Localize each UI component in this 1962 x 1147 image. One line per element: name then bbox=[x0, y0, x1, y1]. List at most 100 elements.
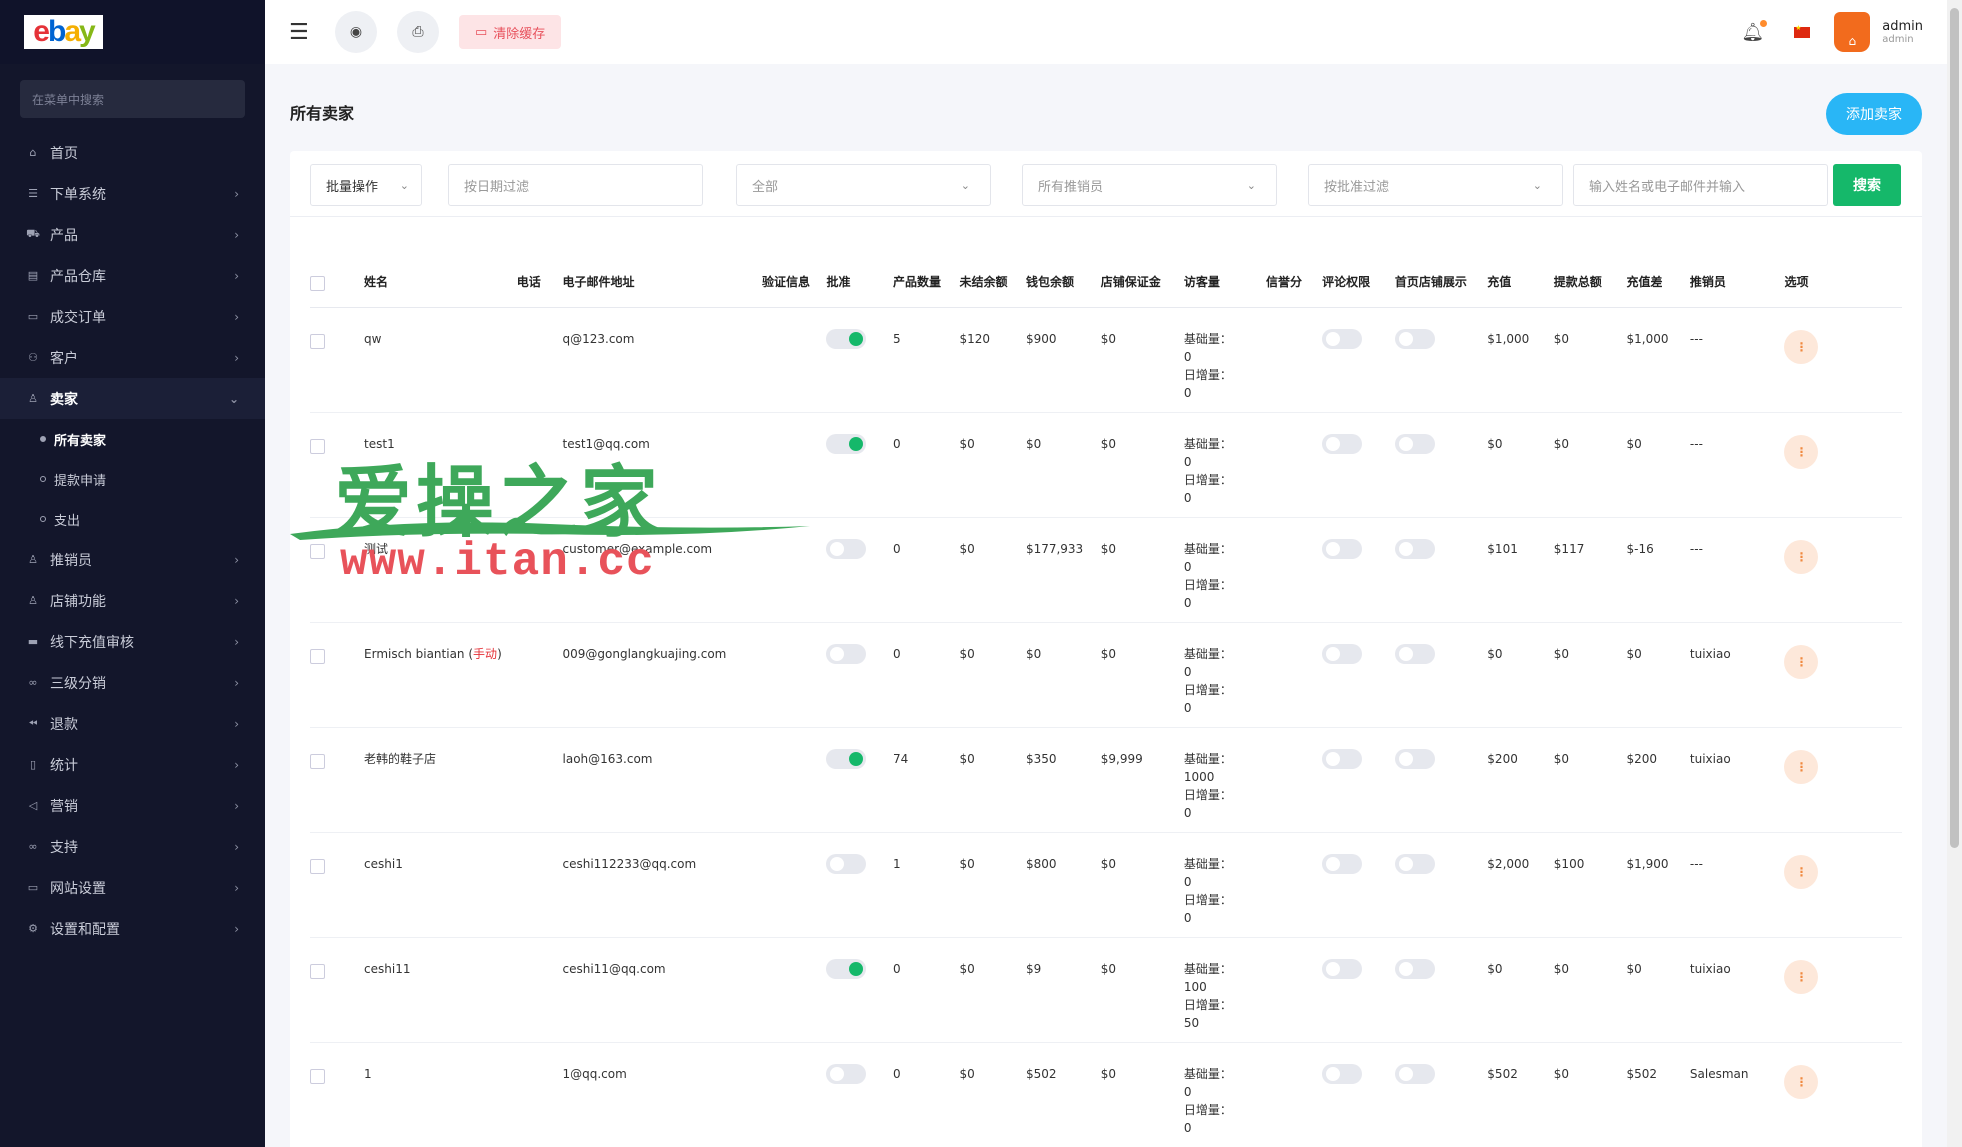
sidebar-item-16[interactable]: ⚙ 设置和配置 › bbox=[0, 908, 265, 949]
homepage-display-toggle[interactable] bbox=[1394, 748, 1435, 769]
visitor-cell: 基础量： 0 日增量： 0 bbox=[1183, 517, 1266, 623]
select-all-checkbox[interactable] bbox=[310, 275, 325, 291]
scrollbar-thumb[interactable] bbox=[1950, 8, 1959, 848]
date-filter-input[interactable]: 按日期过滤 bbox=[448, 164, 703, 206]
comment-permission-toggle[interactable] bbox=[1322, 433, 1363, 454]
row-checkbox[interactable] bbox=[310, 648, 325, 664]
approve-toggle[interactable] bbox=[826, 643, 867, 664]
approve-toggle[interactable] bbox=[826, 433, 867, 454]
search-button[interactable]: 搜索 bbox=[1833, 164, 1901, 206]
more-options-button[interactable]: ⋮ bbox=[1784, 539, 1819, 574]
sidebar-item-3[interactable]: ▤ 产品仓库 › bbox=[0, 255, 265, 296]
product-count-cell: 0 bbox=[892, 622, 960, 728]
homepage-display-toggle[interactable] bbox=[1394, 1063, 1435, 1084]
approval-filter-select[interactable]: 按批准过滤 ⌄ bbox=[1308, 164, 1563, 206]
table-row[interactable]: ceshi11 ceshi11@qq.com 0 $0 $9 $0 基础量： 100 日增量： 5… bbox=[310, 937, 1902, 1043]
table-row[interactable]: 老韩的鞋子店 laoh@163.com 74 $0 $350 $9,999 基础量： 1000… bbox=[310, 727, 1902, 833]
visitor-base-value: 0 bbox=[1183, 559, 1192, 574]
china-flag-icon[interactable] bbox=[1794, 24, 1811, 38]
sidebar-item-11[interactable]: ⏪︎ 退款 › bbox=[0, 703, 265, 744]
toggle-knob bbox=[1326, 331, 1341, 346]
sidebar-item-12[interactable]: ▯ 统计 › bbox=[0, 744, 265, 785]
avatar[interactable]: ⌂ bbox=[1834, 12, 1871, 52]
comment-permission-toggle[interactable] bbox=[1322, 643, 1363, 664]
toggle-knob bbox=[830, 1066, 845, 1081]
clear-cache-button[interactable]: ▭ 清除缓存 bbox=[459, 15, 562, 49]
search-input[interactable]: 输入姓名或电子邮件并输入 bbox=[1573, 164, 1828, 206]
comment-permission-toggle[interactable] bbox=[1322, 538, 1363, 559]
sidebar-item-8[interactable]: ♙ 店铺功能 › bbox=[0, 580, 265, 621]
sidebar-item-0[interactable]: ⌂ 首页 bbox=[0, 132, 265, 173]
row-checkbox[interactable] bbox=[310, 963, 325, 979]
submenu-item-1[interactable]: 提款申请 bbox=[0, 459, 265, 499]
toggle-knob bbox=[849, 331, 864, 346]
print-button[interactable]: ⎙ bbox=[397, 11, 439, 53]
cart-icon: ⛟ bbox=[26, 227, 40, 240]
sidebar-item-10[interactable]: ∞ 三级分销 › bbox=[0, 662, 265, 703]
homepage-display-toggle[interactable] bbox=[1394, 958, 1435, 979]
row-checkbox[interactable] bbox=[310, 1068, 325, 1084]
more-options-button[interactable]: ⋮ bbox=[1784, 749, 1819, 784]
ebay-logo[interactable]: ebay bbox=[24, 15, 103, 49]
ticket-icon: ▭ bbox=[27, 310, 39, 323]
hamburger-menu-icon[interactable]: ☰ bbox=[289, 20, 315, 45]
sidebar-item-9[interactable]: ▬ 线下充值审核 › bbox=[0, 621, 265, 662]
homepage-display-toggle[interactable] bbox=[1394, 853, 1435, 874]
credit-score-cell bbox=[1265, 307, 1323, 413]
withdraw-total-cell: $0 bbox=[1553, 412, 1627, 518]
column-header: 选项 bbox=[1784, 247, 1902, 308]
submenu-item-0[interactable]: 所有卖家 bbox=[0, 419, 265, 459]
promoter-filter-select[interactable]: 所有推销员 ⌄ bbox=[1022, 164, 1277, 206]
row-checkbox[interactable] bbox=[310, 753, 325, 769]
add-seller-button[interactable]: 添加卖家 bbox=[1826, 93, 1922, 135]
row-checkbox[interactable] bbox=[310, 333, 325, 349]
page-scrollbar[interactable] bbox=[1947, 0, 1962, 1147]
visitor-base-value: 0 bbox=[1183, 349, 1192, 364]
homepage-display-toggle[interactable] bbox=[1394, 328, 1435, 349]
notification-bell-icon[interactable]: 🔔︎ bbox=[1741, 19, 1768, 43]
comment-permission-toggle[interactable] bbox=[1322, 1063, 1363, 1084]
approve-toggle[interactable] bbox=[826, 958, 867, 979]
sidebar-item-13[interactable]: ◁ 营销 › bbox=[0, 785, 265, 826]
comment-permission-toggle[interactable] bbox=[1322, 853, 1363, 874]
sidebar-item-14[interactable]: ∞ 支持 › bbox=[0, 826, 265, 867]
sidebar-item-6[interactable]: ♙ 卖家 ⌄ bbox=[0, 378, 265, 419]
more-options-button[interactable]: ⋮ bbox=[1784, 434, 1819, 469]
submenu-item-2[interactable]: 支出 bbox=[0, 499, 265, 539]
sidebar-item-7[interactable]: ♙ 推销员 › bbox=[0, 539, 265, 580]
sidebar-item-15[interactable]: ▭ 网站设置 › bbox=[0, 867, 265, 908]
comment-permission-toggle[interactable] bbox=[1322, 748, 1363, 769]
comment-permission-toggle[interactable] bbox=[1322, 328, 1363, 349]
more-options-button[interactable]: ⋮ bbox=[1784, 1064, 1819, 1099]
recharge-cell: $1,000 bbox=[1487, 307, 1554, 413]
bulk-action-dropdown[interactable]: 批量操作 ⌄ bbox=[310, 164, 422, 206]
approve-toggle[interactable] bbox=[826, 328, 867, 349]
more-options-button[interactable]: ⋮ bbox=[1784, 644, 1819, 679]
approve-toggle[interactable] bbox=[826, 853, 867, 874]
user-info[interactable]: admin admin bbox=[1882, 19, 1923, 45]
wallet-balance-cell: $502 bbox=[1025, 1042, 1101, 1147]
approve-toggle[interactable] bbox=[826, 748, 867, 769]
homepage-display-toggle[interactable] bbox=[1394, 643, 1435, 664]
table-row[interactable]: 1 1@qq.com 0 $0 $502 $0 基础量： 0 日增量： 0 $502 $0 $502 Sa… bbox=[310, 1042, 1902, 1147]
row-checkbox[interactable] bbox=[310, 858, 325, 874]
more-options-button[interactable]: ⋮ bbox=[1784, 329, 1819, 364]
globe-button[interactable]: ◉ bbox=[335, 11, 377, 53]
sidebar-item-4[interactable]: ▭ 成交订单 › bbox=[0, 296, 265, 337]
approve-toggle[interactable] bbox=[826, 538, 867, 559]
sidebar-item-1[interactable]: ☰ 下单系统 › bbox=[0, 173, 265, 214]
menu-search-input[interactable]: 在菜单中搜索 bbox=[20, 80, 245, 118]
comment-permission-toggle[interactable] bbox=[1322, 958, 1363, 979]
status-filter-select[interactable]: 全部 ⌄ bbox=[736, 164, 991, 206]
verification-cell bbox=[762, 832, 827, 938]
homepage-display-toggle[interactable] bbox=[1394, 538, 1435, 559]
sidebar-item-5[interactable]: ⚇ 客户 › bbox=[0, 337, 265, 378]
approve-toggle[interactable] bbox=[826, 1063, 867, 1084]
more-options-button[interactable]: ⋮ bbox=[1784, 959, 1819, 994]
table-row[interactable]: Ermisch biantian (手动) 009@gonglangkuajing… bbox=[310, 622, 1902, 728]
table-row[interactable]: qw q@123.com 5 $120 $900 $0 基础量： 0 日增量： 0 $1,000 $0… bbox=[310, 307, 1902, 413]
homepage-display-toggle[interactable] bbox=[1394, 433, 1435, 454]
sidebar-item-2[interactable]: ⛟ 产品 › bbox=[0, 214, 265, 255]
more-options-button[interactable]: ⋮ bbox=[1784, 854, 1819, 889]
table-row[interactable]: ceshi1 ceshi112233@qq.com 1 $0 $800 $0 基础量： 0 日增… bbox=[310, 832, 1902, 938]
